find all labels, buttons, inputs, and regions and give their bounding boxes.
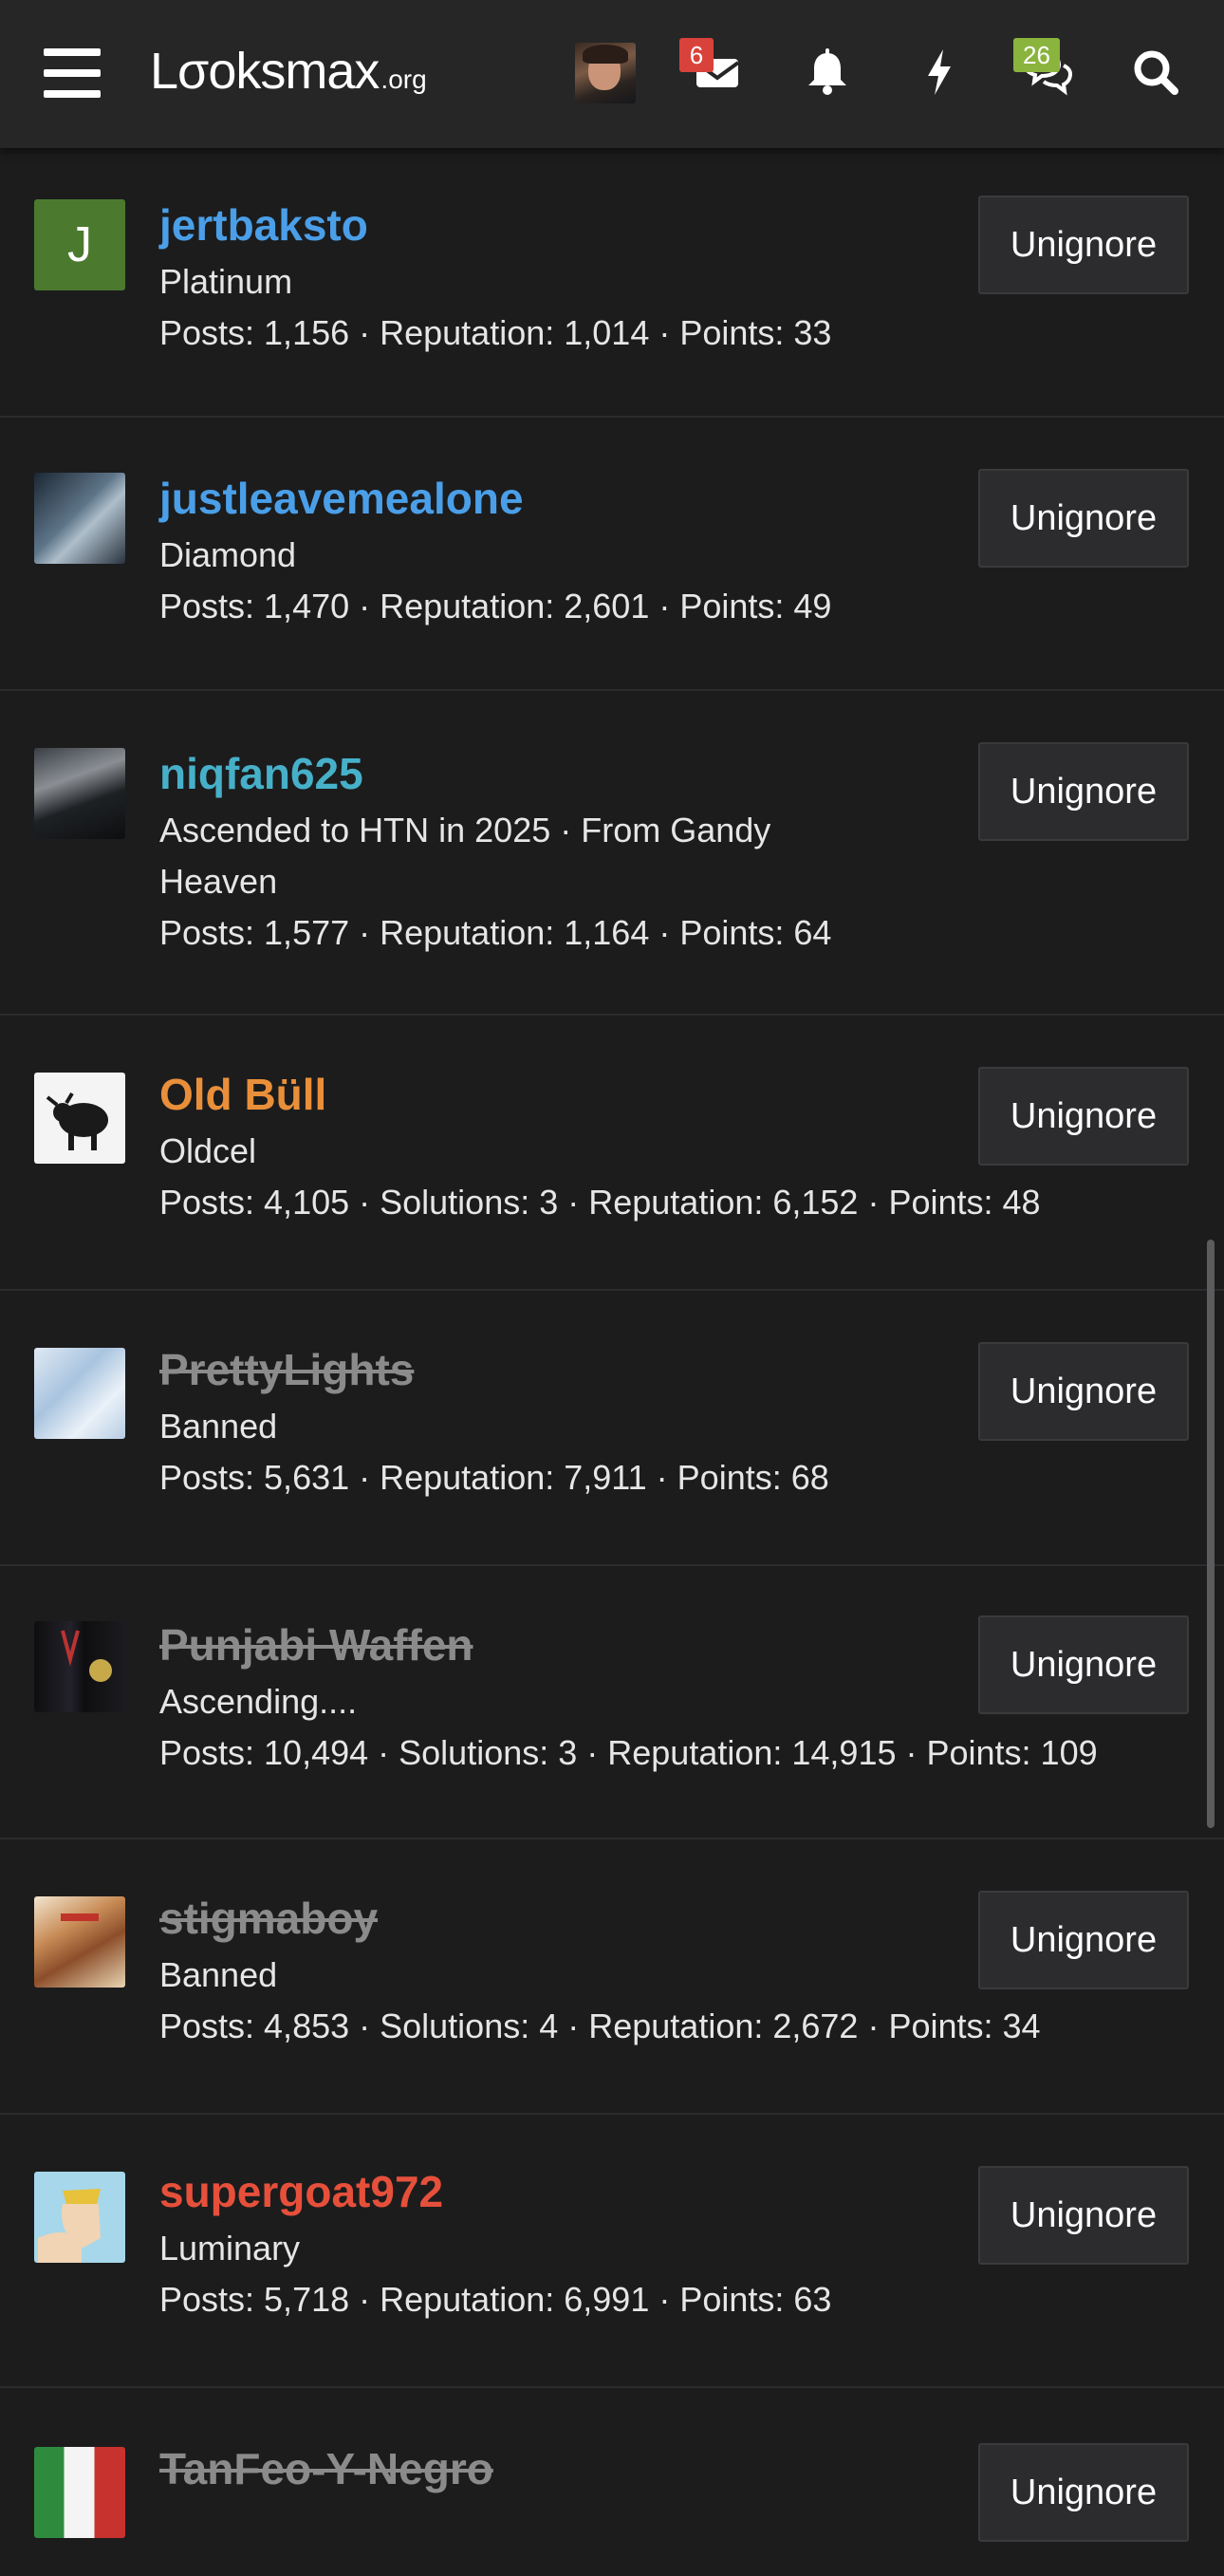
username-link[interactable]: PrettyLights: [159, 1344, 414, 1395]
unignore-button[interactable]: Unignore: [978, 742, 1189, 841]
user-title: Platinum: [159, 262, 293, 301]
lightning-icon[interactable]: [909, 42, 970, 103]
logo-tld-text: .org: [380, 65, 427, 94]
unignore-button[interactable]: Unignore: [978, 1067, 1189, 1166]
user-stats: Posts: 4,105 · Solutions: 3 · Reputation…: [159, 1183, 1041, 1222]
username-link[interactable]: supergoat972: [159, 2166, 443, 2217]
avatar[interactable]: [34, 473, 125, 564]
unignore-button[interactable]: Unignore: [978, 2166, 1189, 2265]
user-title: Luminary: [159, 2229, 301, 2268]
username-link[interactable]: Punjabi Waffen: [159, 1619, 473, 1671]
avatar[interactable]: J: [34, 199, 125, 290]
username-link[interactable]: justleavemealone: [159, 473, 524, 524]
username-link[interactable]: Old Büll: [159, 1069, 326, 1120]
username-link[interactable]: niqfan625: [159, 748, 363, 799]
user-stats: Posts: 5,631 · Reputation: 7,911 · Point…: [159, 1458, 829, 1497]
list-item: Old Büll Oldcel Posts: 4,105 · Solutions…: [0, 1014, 1224, 1291]
list-item: stigmaboy Banned Posts: 4,853 · Solution…: [0, 1838, 1224, 2115]
user-title: Ascending....: [159, 1682, 358, 1721]
list-item: justleavemealone Diamond Posts: 1,470 · …: [0, 416, 1224, 691]
avatar[interactable]: [34, 1073, 125, 1164]
user-title: Oldcel: [159, 1131, 257, 1170]
user-stats: Posts: 5,718 · Reputation: 6,991 · Point…: [159, 2280, 832, 2319]
unignore-button[interactable]: Unignore: [978, 469, 1189, 568]
avatar[interactable]: [34, 1348, 125, 1439]
list-item: TanFeo-Y-Negro Unignore: [0, 2386, 1224, 2576]
user-stats: Posts: 1,156 · Reputation: 1,014 · Point…: [159, 313, 832, 352]
username-link[interactable]: stigmaboy: [159, 1893, 378, 1944]
list-item: PrettyLights Banned Posts: 5,631 · Reput…: [0, 1289, 1224, 1566]
avatar[interactable]: [34, 2172, 125, 2263]
user-title: Banned: [159, 1955, 278, 1994]
list-item: supergoat972 Luminary Posts: 5,718 · Rep…: [0, 2113, 1224, 2388]
avatar[interactable]: [34, 1896, 125, 1988]
unignore-button[interactable]: Unignore: [978, 1342, 1189, 1441]
conversations-count-badge: 26: [1013, 38, 1060, 72]
avatar[interactable]: [34, 2447, 125, 2538]
user-stats: Posts: 1,470 · Reputation: 2,601 · Point…: [159, 587, 832, 625]
username-link[interactable]: TanFeo-Y-Negro: [159, 2443, 493, 2494]
account-avatar[interactable]: [575, 43, 636, 103]
unignore-button[interactable]: Unignore: [978, 196, 1189, 294]
bell-icon[interactable]: [797, 42, 858, 103]
user-title: Diamond: [159, 535, 297, 574]
user-stats: Posts: 4,853 · Solutions: 4 · Reputation…: [159, 2007, 1041, 2045]
page-scrollbar[interactable]: [1207, 1240, 1215, 1828]
user-stats: Posts: 10,494 · Solutions: 3 · Reputatio…: [159, 1733, 1098, 1772]
list-item: Punjabi Waffen Ascending.... Posts: 10,4…: [0, 1564, 1224, 1839]
username-link[interactable]: jertbaksto: [159, 199, 368, 251]
menu-icon[interactable]: [44, 48, 101, 98]
logo-main-text: Lσoksmax: [150, 43, 380, 100]
list-item: niqfan625 Ascended to HTN in 2025 · From…: [0, 689, 1224, 1016]
unignore-button[interactable]: Unignore: [978, 2443, 1189, 2542]
avatar[interactable]: [34, 1621, 125, 1712]
user-title: Ascended to HTN in 2025 · From Gandy Hea…: [159, 811, 771, 901]
list-item: J jertbaksto Platinum Posts: 1,156 · Rep…: [0, 148, 1224, 418]
inbox-count-badge: 6: [679, 38, 714, 72]
avatar[interactable]: [34, 748, 125, 839]
unignore-button[interactable]: Unignore: [978, 1891, 1189, 1989]
top-navigation-bar: Lσoksmax .org 6 26: [0, 0, 1224, 148]
search-icon[interactable]: [1125, 42, 1186, 103]
user-title: Banned: [159, 1407, 278, 1446]
unignore-button[interactable]: Unignore: [978, 1615, 1189, 1714]
user-stats: Posts: 1,577 · Reputation: 1,164 · Point…: [159, 913, 832, 952]
site-logo[interactable]: Lσoksmax .org: [150, 42, 427, 100]
